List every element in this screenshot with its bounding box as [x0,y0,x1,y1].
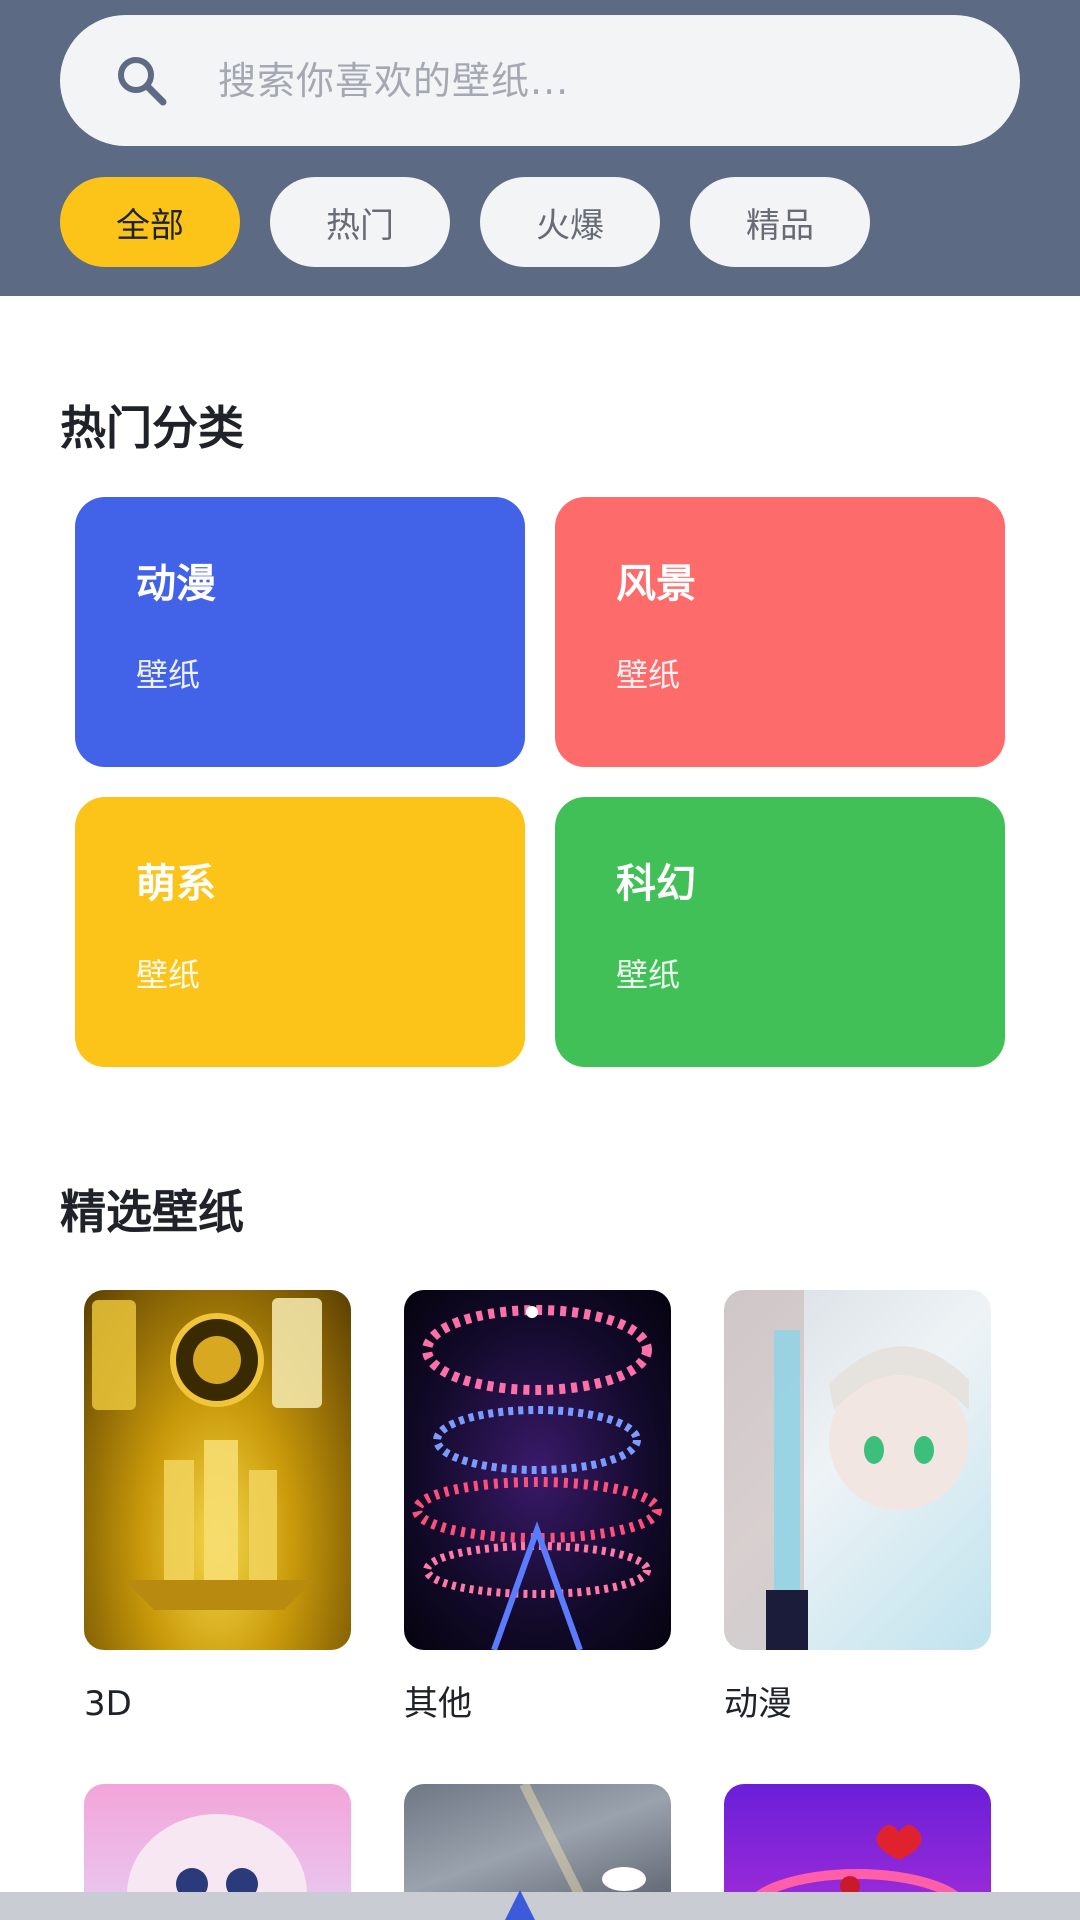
category-title: 科幻 [616,861,696,907]
category-card-anime[interactable]: 动漫 壁纸 [75,497,525,767]
tab-all[interactable]: 全部 [60,177,240,267]
wallpaper-thumbnail[interactable] [84,1290,351,1650]
category-subtitle: 壁纸 [616,656,681,694]
wallpaper-item-anime[interactable]: 动漫 [724,1290,991,1726]
wallpaper-item-3d[interactable]: 3D [84,1290,351,1726]
category-title: 动漫 [136,561,216,607]
wallpaper-thumbnail[interactable] [84,1784,351,1904]
wallpaper-grid: 3D 其他 动漫 [84,1290,996,1904]
wallpaper-item-6[interactable] [724,1784,991,1904]
category-card-scenery[interactable]: 风景 壁纸 [555,497,1005,767]
category-subtitle: 壁纸 [136,656,201,694]
search-icon[interactable] [112,51,172,111]
wallpaper-label: 3D [84,1684,132,1724]
hot-categories-title: 热门分类 [60,401,244,455]
filter-tabs: 全部 热门 火爆 精品 [60,177,870,267]
wallpaper-item-other[interactable]: 其他 [404,1290,671,1726]
category-subtitle: 壁纸 [616,956,681,994]
tab-premium[interactable]: 精品 [690,177,870,267]
search-bar[interactable] [60,15,1020,146]
tab-trending[interactable]: 火爆 [480,177,660,267]
search-input[interactable] [216,57,976,104]
featured-title: 精选壁纸 [60,1185,244,1239]
wallpaper-label: 动漫 [724,1684,792,1724]
category-grid: 动漫 壁纸 风景 壁纸 萌系 壁纸 科幻 壁纸 [75,497,1005,1067]
wallpaper-thumbnail[interactable] [724,1784,991,1904]
wallpaper-thumbnail[interactable] [404,1290,671,1650]
arrow-up-icon[interactable] [505,1890,535,1920]
bottom-nav-strip [0,1892,1080,1920]
wallpaper-item-5[interactable] [404,1784,671,1904]
wallpaper-thumbnail[interactable] [404,1784,671,1904]
wallpaper-label: 其他 [404,1684,472,1724]
top-header: 全部 热门 火爆 精品 [0,0,1080,296]
category-title: 萌系 [136,861,216,907]
wallpaper-item-4[interactable] [84,1784,351,1904]
category-subtitle: 壁纸 [136,956,201,994]
wallpaper-thumbnail[interactable] [724,1290,991,1650]
category-card-cute[interactable]: 萌系 壁纸 [75,797,525,1067]
category-title: 风景 [616,561,696,607]
category-card-scifi[interactable]: 科幻 壁纸 [555,797,1005,1067]
tab-hot[interactable]: 热门 [270,177,450,267]
